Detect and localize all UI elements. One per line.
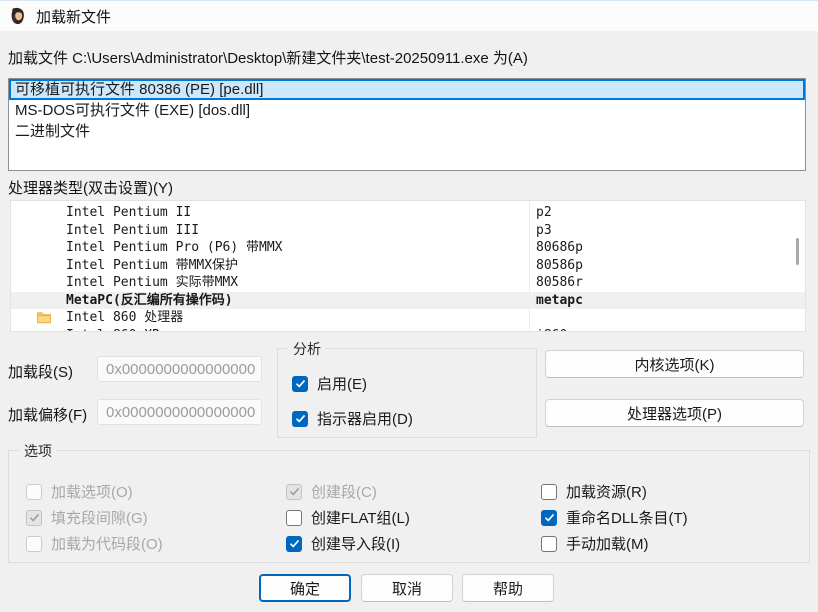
checkbox-manual-load[interactable]: 手动加载(M) bbox=[541, 533, 649, 554]
checkbox-load-resources[interactable]: 加载资源(R) bbox=[541, 481, 647, 502]
vertical-scrollbar-thumb[interactable] bbox=[796, 238, 799, 265]
load-new-file-dialog: 加载新文件 加载文件 C:\Users\Administrator\Deskto… bbox=[0, 0, 818, 612]
load-offset-input bbox=[97, 399, 262, 425]
processor-row-80586p[interactable]: Intel Pentium 带MMX保护 80586p bbox=[11, 257, 805, 275]
processor-type-label: 处理器类型(双击设置)(Y) bbox=[8, 177, 173, 198]
checkbox-load-options: 加载选项(O) bbox=[26, 481, 133, 502]
checkbox-box bbox=[286, 536, 302, 552]
format-item-binary[interactable]: 二进制文件 bbox=[9, 121, 805, 142]
checkbox-box bbox=[292, 411, 308, 427]
ok-button[interactable]: 确定 bbox=[259, 574, 351, 602]
checkbox-box bbox=[26, 536, 42, 552]
checkbox-box bbox=[26, 510, 42, 526]
file-prompt-label: 加载文件 C:\Users\Administrator\Desktop\新建文件… bbox=[8, 47, 528, 68]
checkbox-create-imports-segment[interactable]: 创建导入段(I) bbox=[286, 533, 400, 554]
checkbox-indicator-enable[interactable]: 指示器启用(D) bbox=[292, 408, 413, 429]
checkbox-box bbox=[286, 510, 302, 526]
processor-row-p3[interactable]: Intel Pentium III p3 bbox=[11, 222, 805, 240]
checkbox-analysis-enable[interactable]: 启用(E) bbox=[292, 373, 367, 394]
processor-list: Intel Pentium II p2 Intel Pentium III p3… bbox=[10, 200, 806, 332]
processor-options-button[interactable]: 处理器选项(P) bbox=[545, 399, 804, 427]
checkbox-box bbox=[292, 376, 308, 392]
checkbox-load-as-code-segment: 加载为代码段(O) bbox=[26, 533, 163, 554]
processor-row-metapc[interactable]: MetaPC(反汇编所有操作码) metapc bbox=[11, 292, 805, 310]
folder-icon bbox=[37, 311, 51, 324]
window-title: 加载新文件 bbox=[36, 6, 111, 27]
checkbox-create-segments: 创建段(C) bbox=[286, 481, 377, 502]
checkbox-box bbox=[286, 484, 302, 500]
processor-row-intel860-folder[interactable]: Intel 860 处理器 bbox=[11, 309, 805, 327]
checkbox-create-flat-group[interactable]: 创建FLAT组(L) bbox=[286, 507, 410, 528]
load-segment-label: 加载段(S) bbox=[8, 361, 73, 382]
options-group-title: 选项 bbox=[19, 441, 57, 461]
checkbox-fill-segment-gaps: 填充段间隙(G) bbox=[26, 507, 148, 528]
checkbox-box bbox=[541, 484, 557, 500]
kernel-options-button[interactable]: 内核选项(K) bbox=[545, 350, 804, 378]
processor-row-80586r[interactable]: Intel Pentium 实际带MMX 80586r bbox=[11, 274, 805, 292]
checkbox-rename-dll-entries[interactable]: 重命名DLL条目(T) bbox=[541, 507, 688, 528]
cancel-button[interactable]: 取消 bbox=[361, 574, 453, 602]
checkbox-box bbox=[541, 536, 557, 552]
ida-app-icon bbox=[9, 7, 27, 25]
processor-row-80686p[interactable]: Intel Pentium Pro (P6) 带MMX 80686p bbox=[11, 239, 805, 257]
format-item-msdos[interactable]: MS-DOS可执行文件 (EXE) [dos.dll] bbox=[9, 100, 805, 121]
file-format-list: 可移植可执行文件 80386 (PE) [pe.dll] MS-DOS可执行文件… bbox=[8, 78, 806, 171]
load-segment-input bbox=[97, 356, 262, 382]
analysis-group: 分析 启用(E) 指示器启用(D) bbox=[277, 348, 537, 438]
checkbox-box bbox=[541, 510, 557, 526]
format-item-pe[interactable]: 可移植可执行文件 80386 (PE) [pe.dll] bbox=[9, 79, 805, 100]
processor-row-p2[interactable]: Intel Pentium II p2 bbox=[11, 204, 805, 222]
checkbox-box bbox=[26, 484, 42, 500]
load-offset-label: 加载偏移(F) bbox=[8, 404, 87, 425]
column-divider bbox=[529, 201, 530, 332]
help-button[interactable]: 帮助 bbox=[462, 574, 554, 602]
processor-row-clipped[interactable]: Intel 860 XR i860xr bbox=[11, 327, 805, 333]
options-group: 选项 加载选项(O) 填充段间隙(G) 加载为代码段(O) 创建段(C) 创建F… bbox=[8, 450, 810, 563]
title-bar: 加载新文件 bbox=[0, 1, 818, 31]
analysis-group-title: 分析 bbox=[288, 339, 326, 359]
